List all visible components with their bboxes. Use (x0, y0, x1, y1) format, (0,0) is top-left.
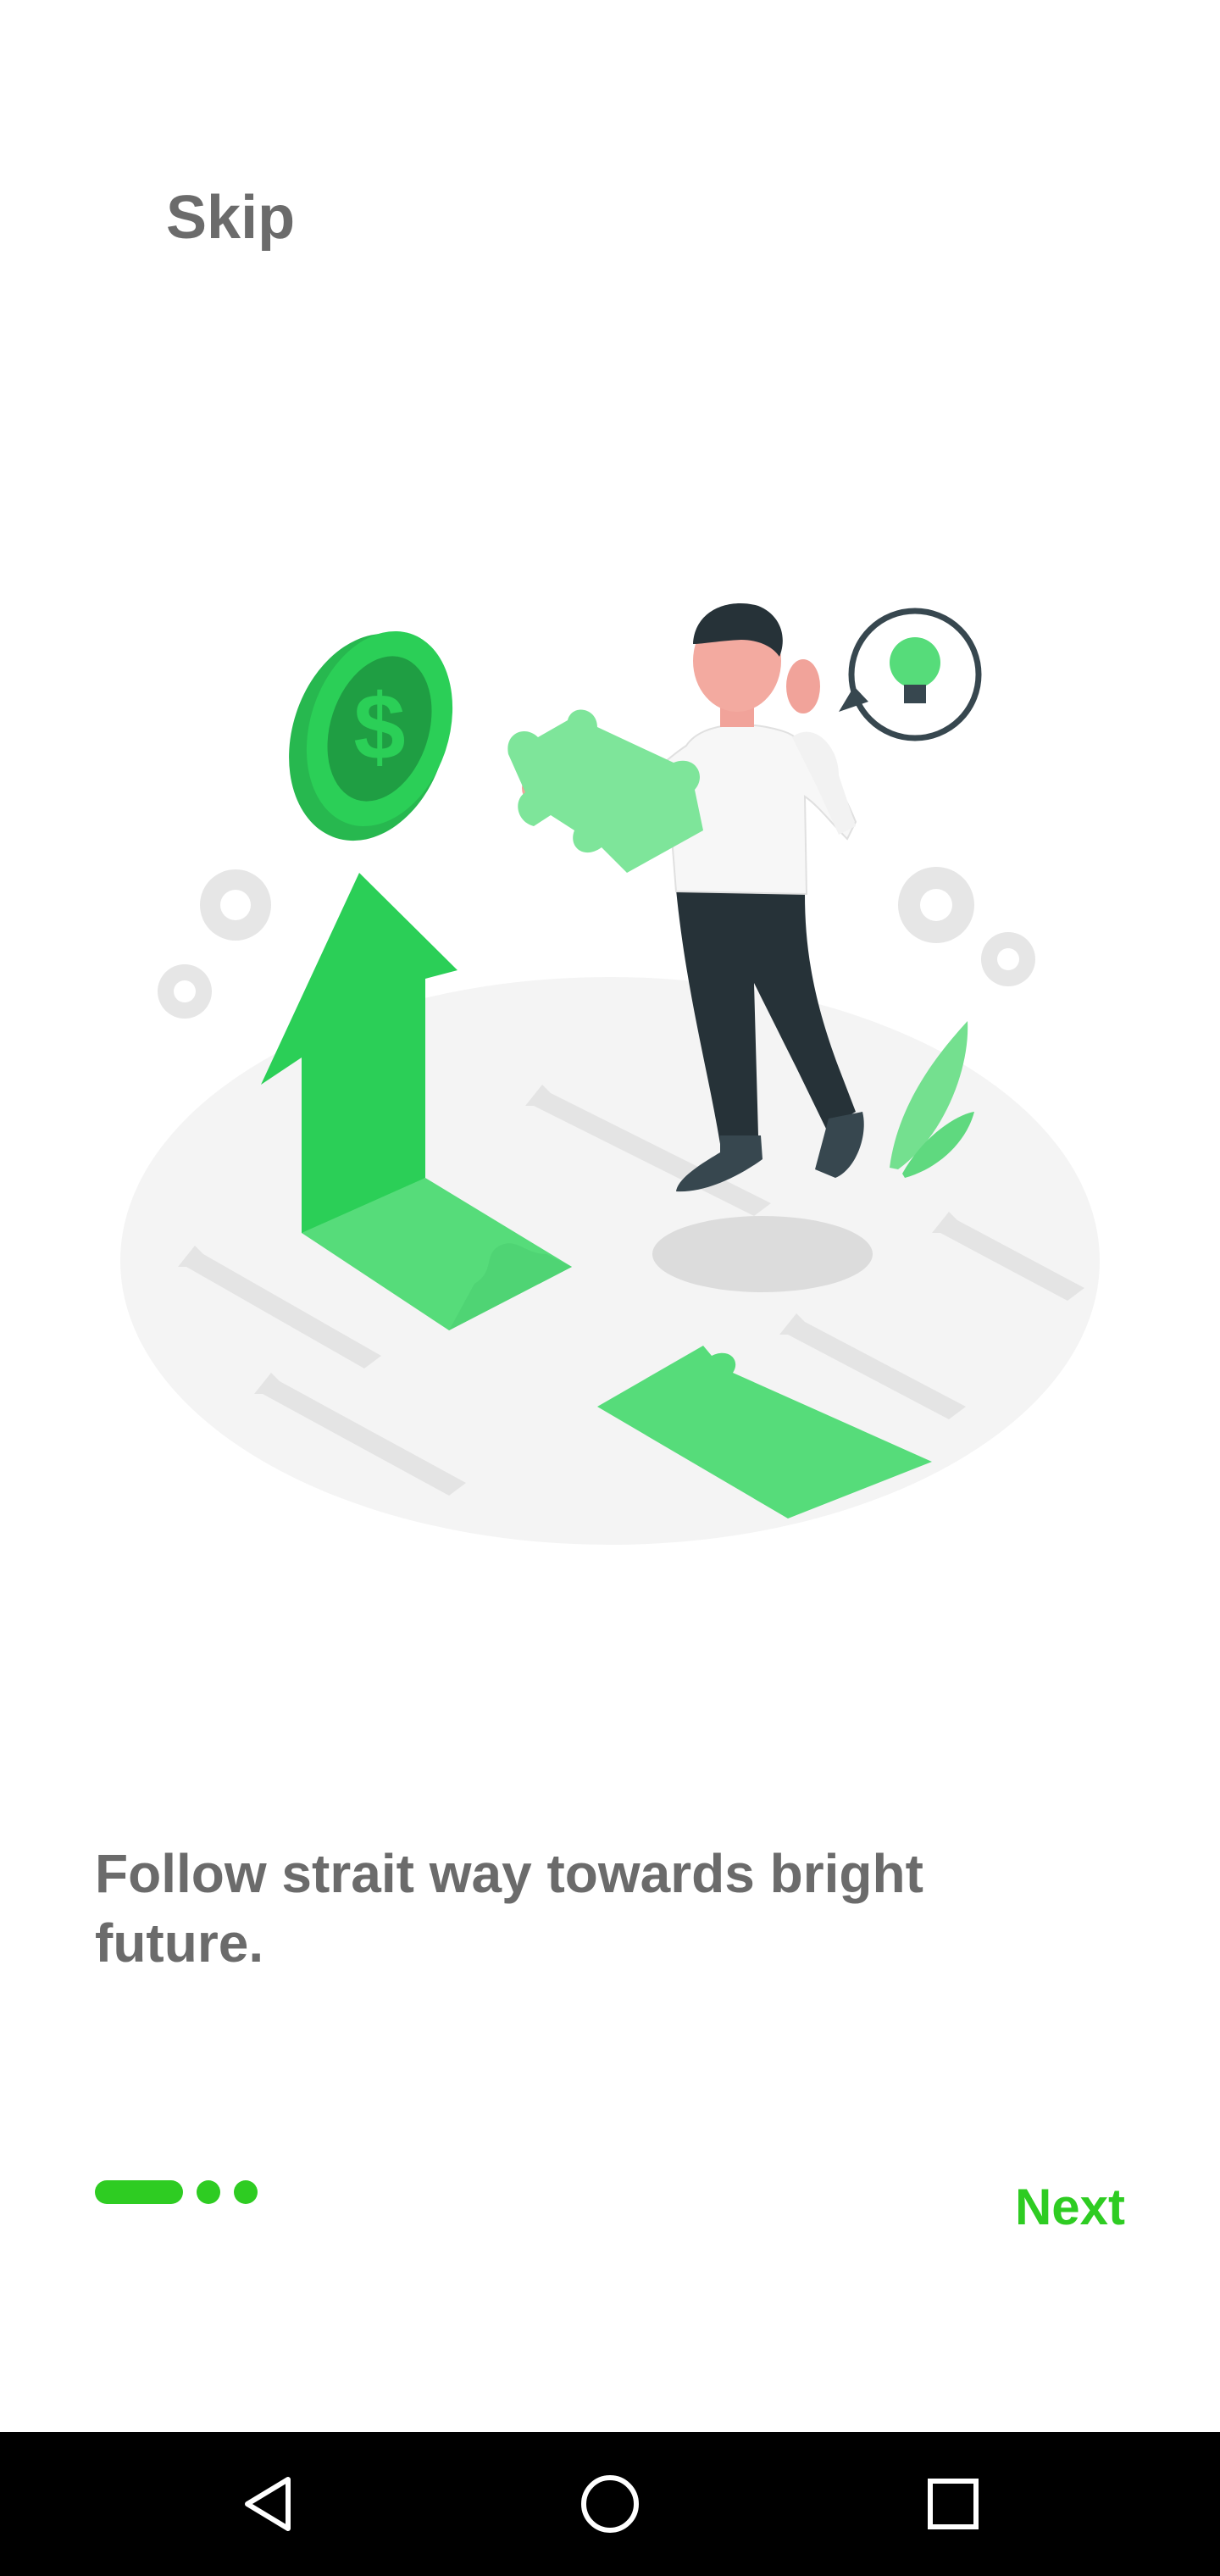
svg-text:$: $ (353, 675, 405, 780)
page-indicator-dot (234, 2180, 258, 2204)
system-navigation-bar (0, 2432, 1220, 2576)
back-button[interactable] (197, 2432, 341, 2576)
onboarding-illustration: $ (120, 603, 1100, 1545)
lightbulb-icon (839, 608, 982, 741)
skip-button[interactable]: Skip (166, 184, 295, 252)
home-circle-icon (581, 2475, 639, 2533)
next-button[interactable]: Next (1015, 2178, 1125, 2236)
page-indicator-dot-active (95, 2180, 183, 2204)
home-button[interactable] (538, 2432, 682, 2576)
back-triangle-icon (245, 2477, 291, 2531)
onboarding-caption: Follow strait way towards bright future. (95, 1843, 923, 1974)
onboarding-screen: Skip $ Follow strait way towards bright … (0, 0, 1220, 2576)
recents-button[interactable] (881, 2432, 1025, 2576)
page-indicator (95, 2179, 258, 2205)
dollar-coin-icon: $ (289, 630, 453, 841)
gear-icon-right (898, 867, 1035, 986)
recents-square-icon (928, 2479, 979, 2529)
page-indicator-dot (197, 2180, 220, 2204)
gear-icon-left (158, 869, 271, 1019)
